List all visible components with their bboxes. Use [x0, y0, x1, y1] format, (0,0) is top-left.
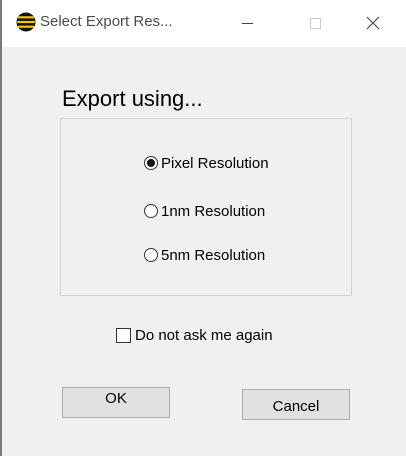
minimize-button[interactable]: [224, 0, 270, 47]
window-title: Select Export Res...: [40, 13, 173, 30]
close-button[interactable]: [350, 0, 396, 47]
title-bar[interactable]: Select Export Res...: [2, 0, 406, 47]
checkbox-icon[interactable]: [116, 327, 131, 343]
app-logo-icon: [16, 12, 36, 32]
maximize-button[interactable]: [292, 0, 338, 47]
window-left-border: [0, 0, 2, 456]
cancel-button[interactable]: Cancel: [242, 389, 350, 420]
ok-button[interactable]: OK: [62, 387, 170, 418]
radio-button-icon[interactable]: [144, 156, 158, 170]
radio-label: Pixel Resolution: [161, 154, 269, 172]
radio-button-icon[interactable]: [144, 204, 158, 218]
radio-button-icon[interactable]: [144, 248, 158, 262]
radio-label: 1nm Resolution: [161, 202, 266, 220]
radio-label: 5nm Resolution: [161, 246, 266, 264]
minimize-icon: [242, 23, 253, 24]
radio-5nm-resolution[interactable]: 5nm Resolution: [144, 244, 265, 266]
dialog-heading: Export using...: [62, 86, 203, 111]
radio-1nm-resolution[interactable]: 1nm Resolution: [144, 200, 265, 222]
dont-ask-again-checkbox[interactable]: Do not ask me again: [116, 324, 273, 346]
radio-pixel-resolution[interactable]: Pixel Resolution: [144, 152, 269, 174]
checkbox-label: Do not ask me again: [135, 326, 273, 344]
close-icon: [366, 16, 380, 30]
maximize-icon: [310, 18, 321, 29]
